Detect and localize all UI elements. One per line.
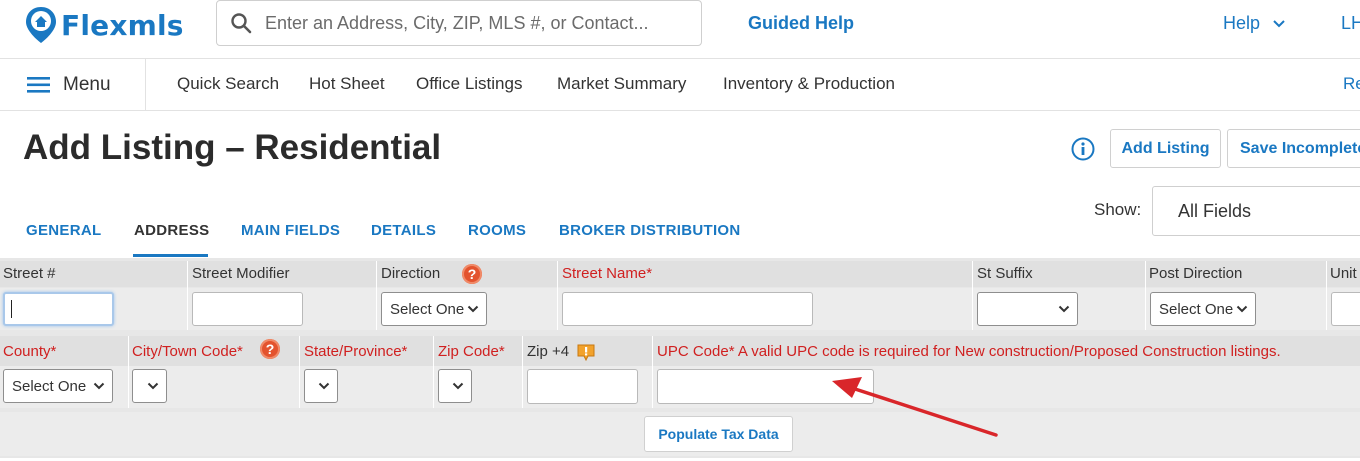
- chevron-down-icon: [452, 382, 464, 390]
- chevron-down-icon: [318, 382, 330, 390]
- city-town-code-select[interactable]: [132, 369, 167, 403]
- text-cursor: [11, 300, 12, 318]
- divider: [522, 336, 523, 408]
- divider: [972, 261, 973, 330]
- nav-inventory-production[interactable]: Inventory & Production: [723, 74, 895, 94]
- warning-tip-icon[interactable]: [575, 341, 597, 363]
- show-select-value: All Fields: [1178, 200, 1252, 221]
- chevron-down-icon: [147, 382, 159, 390]
- tab-main-fields[interactable]: MAIN FIELDS: [241, 222, 340, 239]
- main-nav: Menu Quick Search Hot Sheet Office Listi…: [0, 59, 1360, 111]
- top-bar: Flexmls Guided Help Help LH: [0, 0, 1360, 59]
- upc-code-input[interactable]: [657, 369, 874, 404]
- direction-select-value: Select One: [390, 300, 465, 318]
- divider: [1145, 261, 1146, 330]
- zip-plus-four-input[interactable]: [527, 369, 638, 404]
- hamburger-icon: [27, 76, 50, 93]
- divider: [376, 261, 377, 330]
- chevron-down-icon: [1236, 305, 1248, 313]
- divider: [652, 336, 653, 408]
- label-post-direction: Post Direction: [1149, 265, 1243, 282]
- label-street-number: Street #: [3, 265, 56, 282]
- divider: [128, 336, 129, 408]
- county-select-value: Select One: [12, 377, 87, 395]
- label-county: County*: [3, 343, 57, 360]
- flexmls-logo[interactable]: Flexmls: [24, 5, 184, 45]
- nav-office-listings[interactable]: Office Listings: [416, 74, 522, 94]
- page-title: Add Listing – Residential: [23, 128, 442, 167]
- add-listing-button[interactable]: Add Listing: [1110, 129, 1221, 168]
- guided-help-link[interactable]: Guided Help: [748, 13, 854, 34]
- divider: [299, 336, 300, 408]
- label-zip-plus-four: Zip +4: [527, 343, 570, 360]
- unit-input[interactable]: [1331, 292, 1360, 326]
- street-modifier-input[interactable]: [192, 292, 303, 326]
- populate-tax-data-button[interactable]: Populate Tax Data: [644, 416, 793, 452]
- tab-details[interactable]: DETAILS: [371, 222, 436, 239]
- label-upc-code: UPC Code* A valid UPC code is required f…: [657, 343, 1281, 360]
- nav-hot-sheet[interactable]: Hot Sheet: [309, 74, 385, 94]
- divider: [433, 336, 434, 408]
- menu-label: Menu: [63, 73, 111, 95]
- street-name-input[interactable]: [562, 292, 813, 326]
- search-icon: [231, 13, 252, 34]
- home-pin-icon: [26, 7, 56, 43]
- label-street-modifier: Street Modifier: [192, 265, 290, 282]
- label-street-name: Street Name*: [562, 265, 653, 282]
- chevron-down-icon: [93, 382, 105, 390]
- county-select[interactable]: Select One: [3, 369, 113, 403]
- active-tab-indicator: [133, 254, 208, 257]
- direction-select[interactable]: Select One: [381, 292, 487, 326]
- show-label: Show:: [1094, 200, 1142, 219]
- chevron-down-icon: [467, 305, 479, 313]
- nav-market-summary[interactable]: Market Summary: [557, 74, 686, 94]
- search-box[interactable]: [216, 0, 702, 46]
- label-state-province: State/Province*: [304, 343, 408, 360]
- help-menu[interactable]: Help: [1223, 13, 1286, 34]
- zip-code-select[interactable]: [438, 369, 472, 403]
- tab-broker-distribution[interactable]: BROKER DISTRIBUTION: [559, 222, 741, 239]
- label-zip-code: Zip Code*: [438, 343, 505, 360]
- chevron-down-icon: [1273, 19, 1285, 27]
- divider: [187, 261, 188, 330]
- chevron-down-icon: [1058, 305, 1070, 313]
- logo-text: Flexmls: [61, 8, 184, 42]
- nav-right-partial[interactable]: Re: [1343, 74, 1360, 94]
- save-incomplete-button[interactable]: Save Incomplete: [1227, 129, 1360, 168]
- state-province-select[interactable]: [304, 369, 338, 403]
- help-label: Help: [1223, 13, 1261, 33]
- tab-general[interactable]: GENERAL: [26, 222, 101, 239]
- st-suffix-select[interactable]: [977, 292, 1078, 326]
- nav-quick-search[interactable]: Quick Search: [177, 74, 279, 94]
- menu-button[interactable]: Menu: [0, 59, 146, 110]
- label-st-suffix: St Suffix: [977, 265, 1033, 282]
- street-number-input[interactable]: [3, 292, 114, 326]
- divider: [557, 261, 558, 330]
- label-direction: Direction: [381, 265, 441, 282]
- search-input[interactable]: [263, 11, 697, 35]
- info-icon[interactable]: [1071, 137, 1095, 161]
- help-question-icon[interactable]: ?: [260, 339, 280, 359]
- tab-address[interactable]: ADDRESS: [134, 222, 209, 239]
- show-fields-select[interactable]: All Fields: [1152, 186, 1360, 236]
- label-unit: Unit: [1330, 265, 1357, 282]
- tab-rooms[interactable]: ROOMS: [468, 222, 526, 239]
- user-initials[interactable]: LH: [1341, 13, 1360, 34]
- divider: [1326, 261, 1327, 330]
- help-question-icon[interactable]: ?: [462, 264, 482, 284]
- label-city-town-code: City/Town Code*: [132, 343, 243, 360]
- post-direction-select[interactable]: Select One: [1150, 292, 1256, 326]
- post-direction-select-value: Select One: [1159, 300, 1234, 318]
